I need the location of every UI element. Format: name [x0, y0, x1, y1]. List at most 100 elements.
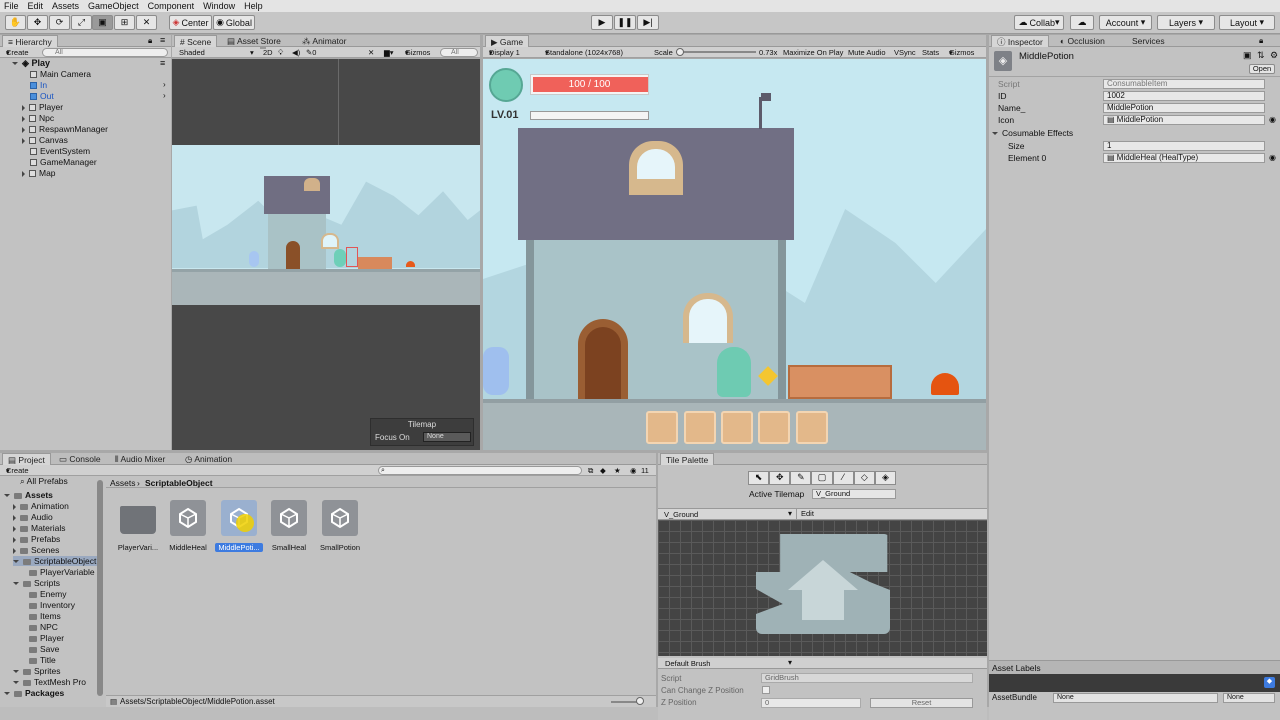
project-create-button[interactable]: Create ▾	[6, 465, 29, 476]
expand-icon[interactable]	[13, 525, 16, 532]
transform-tool-button[interactable]: ⊞	[114, 15, 135, 30]
breadcrumb-current[interactable]: ScriptableObject	[145, 478, 213, 488]
project-folder-items[interactable]: Items	[22, 611, 61, 621]
tab-services[interactable]: Services	[1127, 35, 1170, 47]
expand-right-icon[interactable]	[22, 104, 25, 111]
project-folder-audio[interactable]: Audio	[13, 512, 53, 522]
hierarchy-item-map[interactable]: Map	[22, 168, 56, 178]
hierarchy-search-input[interactable]	[42, 48, 168, 57]
filter-type-icon[interactable]: ⧉	[588, 465, 593, 476]
hierarchy-item-player[interactable]: Player	[22, 102, 63, 112]
object-picker-icon[interactable]: ◉	[1269, 153, 1276, 162]
project-folder-prefabs[interactable]: Prefabs	[13, 534, 60, 544]
mode-2d-toggle[interactable]: 2D	[260, 47, 273, 57]
display-dropdown[interactable]: Display 1 ▾	[489, 47, 520, 58]
project-folder-assets[interactable]: Assets	[4, 490, 53, 500]
open-button[interactable]: Open	[1249, 64, 1275, 74]
hand-tool-button[interactable]: ✋	[5, 15, 26, 30]
active-tilemap-dropdown[interactable]: V_Ground	[812, 489, 896, 499]
expand-icon[interactable]	[13, 536, 16, 543]
quickslot-2[interactable]	[684, 411, 716, 444]
settings-gear-icon[interactable]: ⚙	[1270, 50, 1278, 61]
hierarchy-item-eventsystem[interactable]: EventSystem	[30, 146, 90, 156]
scene-search-input[interactable]	[440, 48, 478, 57]
project-folder-npc[interactable]: NPC	[22, 622, 58, 632]
hierarchy-item-in[interactable]: In	[30, 80, 47, 90]
stats-toggle[interactable]: Stats	[922, 47, 939, 58]
box-fill-icon[interactable]: ▢	[811, 471, 833, 485]
favorite-all-prefabs[interactable]: ⌕ All Prefabs	[20, 476, 68, 486]
scene-viewport[interactable]	[172, 59, 480, 450]
menu-window[interactable]: Window	[203, 1, 235, 11]
palette-dropdown[interactable]: V_Ground	[664, 510, 698, 519]
space-toggle[interactable]: ◉ Global	[213, 15, 255, 30]
focus-on-dropdown[interactable]: None	[423, 432, 471, 442]
gizmo-tools-icon[interactable]: ✕	[368, 47, 374, 58]
asset-smallpotion[interactable]: SmallPotion	[316, 500, 364, 552]
icon-size-thumb[interactable]	[636, 697, 644, 705]
field-id-input[interactable]: 1002	[1103, 91, 1265, 101]
project-folder-player[interactable]: Player	[22, 633, 64, 643]
z-position-input[interactable]: 0	[761, 698, 861, 708]
menu-component[interactable]: Component	[148, 1, 195, 11]
label-tag-icon[interactable]: ◆	[1264, 677, 1275, 688]
tab-animator[interactable]: ⁂ Animator	[297, 35, 351, 47]
project-folder-title[interactable]: Title	[22, 655, 56, 665]
tab-inspector[interactable]: ⓘ Inspector	[991, 35, 1049, 47]
breadcrumb-root[interactable]: Assets	[110, 478, 136, 488]
layers-dropdown[interactable]: Layers ▾	[1157, 15, 1215, 30]
expand-icon[interactable]	[13, 503, 16, 510]
brush-script-field[interactable]: GridBrush	[761, 673, 973, 683]
tab-animation[interactable]: ◷ Animation	[180, 453, 237, 465]
scale-tool-button[interactable]: ⤢	[71, 15, 92, 30]
expand-down-icon[interactable]	[12, 62, 18, 66]
project-folder-packages[interactable]: Packages	[4, 688, 64, 698]
custom-tool-button[interactable]: ✕	[136, 15, 157, 30]
camera-icon[interactable]: ▆▾	[384, 47, 394, 58]
tab-asset-store[interactable]: ▤ Asset Store	[222, 35, 286, 47]
collab-dropdown[interactable]: ☁ Collab ▾	[1014, 15, 1064, 30]
audio-icon[interactable]: ◀)	[292, 47, 300, 58]
hierarchy-item-gamemanager[interactable]: GameManager	[30, 157, 97, 167]
tab-console[interactable]: ▭ Console	[54, 453, 106, 465]
scene-menu-icon[interactable]: ≡	[160, 58, 165, 68]
hierarchy-item-main-camera[interactable]: Main Camera	[30, 69, 91, 79]
project-folder-scriptableobject[interactable]: ScriptableObject	[13, 556, 100, 566]
move-tool-button[interactable]: ✥	[27, 15, 48, 30]
project-folder-animation[interactable]: Animation	[13, 501, 69, 511]
tab-game[interactable]: ▶ Game	[485, 35, 530, 47]
step-button[interactable]: ▶|	[637, 15, 659, 30]
asset-middleheal[interactable]: MiddleHeal	[164, 500, 212, 552]
chevron-right-icon[interactable]: ›	[163, 80, 166, 89]
project-folder-playervariable[interactable]: PlayerVariable	[22, 567, 95, 577]
eraser-icon[interactable]: ◇	[853, 471, 875, 485]
menu-file[interactable]: File	[4, 1, 19, 11]
favorite-star-icon[interactable]: ★	[614, 465, 621, 476]
tab-audio-mixer[interactable]: ⫴ Audio Mixer	[110, 453, 170, 465]
hierarchy-item-canvas[interactable]: Canvas	[22, 135, 68, 145]
assetbundle-dropdown[interactable]: None	[1053, 693, 1218, 703]
expand-right-icon[interactable]	[22, 126, 25, 133]
field-element-object[interactable]: ▤ MiddleHeal (HealType)	[1103, 153, 1265, 163]
field-script-value[interactable]: ConsumableItem	[1103, 79, 1265, 89]
account-dropdown[interactable]: Account ▾	[1099, 15, 1152, 30]
pause-button[interactable]: ❚❚	[614, 15, 636, 30]
vsync-toggle[interactable]: VSync	[894, 47, 916, 58]
scale-slider-thumb[interactable]	[676, 48, 684, 56]
preset-icon[interactable]: ⇅	[1257, 50, 1265, 61]
tree-scrollbar[interactable]	[97, 480, 103, 696]
project-folder-scripts[interactable]: Scripts	[13, 578, 60, 588]
expand-icon[interactable]	[4, 494, 10, 498]
hierarchy-item-npc[interactable]: Npc	[22, 113, 54, 123]
field-size-input[interactable]: 1	[1103, 141, 1265, 151]
quickslot-4[interactable]	[758, 411, 790, 444]
palette-edit-button[interactable]: Edit	[796, 509, 814, 519]
menu-assets[interactable]: Assets	[52, 1, 79, 11]
hierarchy-item-respawnmanager[interactable]: RespawnManager	[22, 124, 108, 134]
game-gizmos-dropdown[interactable]: Gizmos ▾	[949, 47, 974, 58]
expand-right-icon[interactable]	[22, 170, 25, 177]
tab-project[interactable]: ▤ Project	[2, 453, 51, 465]
quickslot-5[interactable]	[796, 411, 828, 444]
reset-button[interactable]: Reset	[870, 698, 973, 708]
maximize-on-play-toggle[interactable]: Maximize On Play	[783, 47, 843, 58]
